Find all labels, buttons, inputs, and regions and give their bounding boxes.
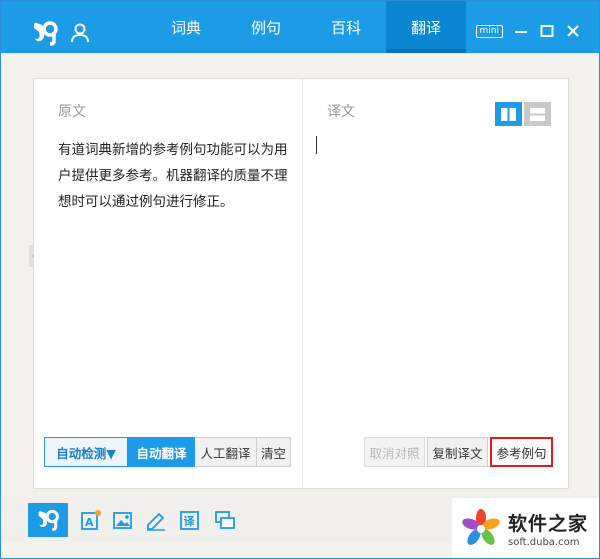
source-text-input[interactable]: 有道词典新增的参考例句功能可以为用户提供更多参考。机器翻译的质量不理想时可以通过…	[58, 137, 290, 215]
reference-examples-button[interactable]: 参考例句	[490, 437, 553, 467]
title-bar: 词典 例句 百科 翻译 mini	[1, 1, 599, 53]
tab-example-sentences[interactable]: 例句	[226, 1, 306, 53]
app-window: 词典 例句 百科 翻译 mini 原文 有道词典新增的参考例句功能可以为用户提供…	[0, 0, 600, 559]
youdao-logo-icon[interactable]	[31, 19, 59, 47]
source-pane: 原文 有道词典新增的参考例句功能可以为用户提供更多参考。机器翻译的质量不理想时可…	[34, 79, 302, 488]
language-detect-dropdown[interactable]: 自动检测▼	[44, 437, 128, 467]
screen-word-tool[interactable]: A	[80, 509, 102, 531]
flower-logo-icon	[462, 508, 500, 545]
user-icon[interactable]	[69, 22, 91, 44]
main-nav: 词典 例句 百科 翻译	[146, 1, 466, 53]
translation-panel: 原文 有道词典新增的参考例句功能可以为用户提供更多参考。机器翻译的质量不理想时可…	[33, 78, 569, 489]
notebook-tool[interactable]	[145, 509, 167, 531]
translate-tool[interactable]: 译	[179, 509, 201, 531]
target-title: 译文	[327, 104, 355, 120]
target-pane: 译文	[302, 79, 568, 488]
text-caret	[316, 136, 317, 154]
maximize-icon[interactable]	[539, 23, 555, 39]
tab-encyclopedia[interactable]: 百科	[306, 1, 386, 53]
watermark-url: soft.duba.com	[508, 537, 580, 548]
minimize-icon[interactable]	[513, 23, 529, 39]
watermark: 软件之家 soft.duba.com	[452, 498, 599, 558]
watermark-title: 软件之家	[508, 513, 589, 535]
svg-text:A: A	[85, 516, 94, 529]
stacked-layout-button[interactable]	[524, 102, 551, 126]
side-by-side-layout-button[interactable]	[495, 102, 522, 126]
source-title: 原文	[58, 104, 86, 120]
mini-mode-button[interactable]: mini	[475, 24, 503, 38]
home-button[interactable]	[28, 503, 68, 537]
image-translate-tool[interactable]	[112, 509, 134, 531]
cancel-compare-button[interactable]: 取消对照	[364, 437, 425, 467]
human-translate-button[interactable]: 人工翻译	[195, 437, 257, 467]
layout-switcher	[495, 102, 551, 126]
columns-icon	[501, 107, 516, 121]
clear-button[interactable]: 清空	[257, 437, 291, 467]
copy-translation-button[interactable]: 复制译文	[427, 437, 488, 467]
chat-bubble-icon	[215, 511, 235, 529]
rows-icon	[530, 107, 545, 121]
tab-translate[interactable]: 翻译	[386, 1, 466, 53]
word-capture-icon: A	[81, 510, 101, 530]
pencil-icon	[147, 512, 165, 531]
chat-tool[interactable]	[214, 509, 236, 531]
tab-dictionary[interactable]: 词典	[146, 1, 226, 53]
close-icon[interactable]	[565, 23, 581, 39]
translate-icon: 译	[180, 511, 199, 530]
window-controls: mini	[475, 23, 581, 39]
source-action-bar: 自动检测▼ 自动翻译 人工翻译 清空	[44, 437, 291, 467]
svg-text:译: 译	[184, 515, 196, 528]
auto-translate-button[interactable]: 自动翻译	[128, 437, 195, 467]
target-action-bar: 取消对照 复制译文 参考例句	[364, 437, 553, 467]
image-icon	[113, 512, 132, 529]
youdao-logo-icon	[38, 509, 59, 531]
